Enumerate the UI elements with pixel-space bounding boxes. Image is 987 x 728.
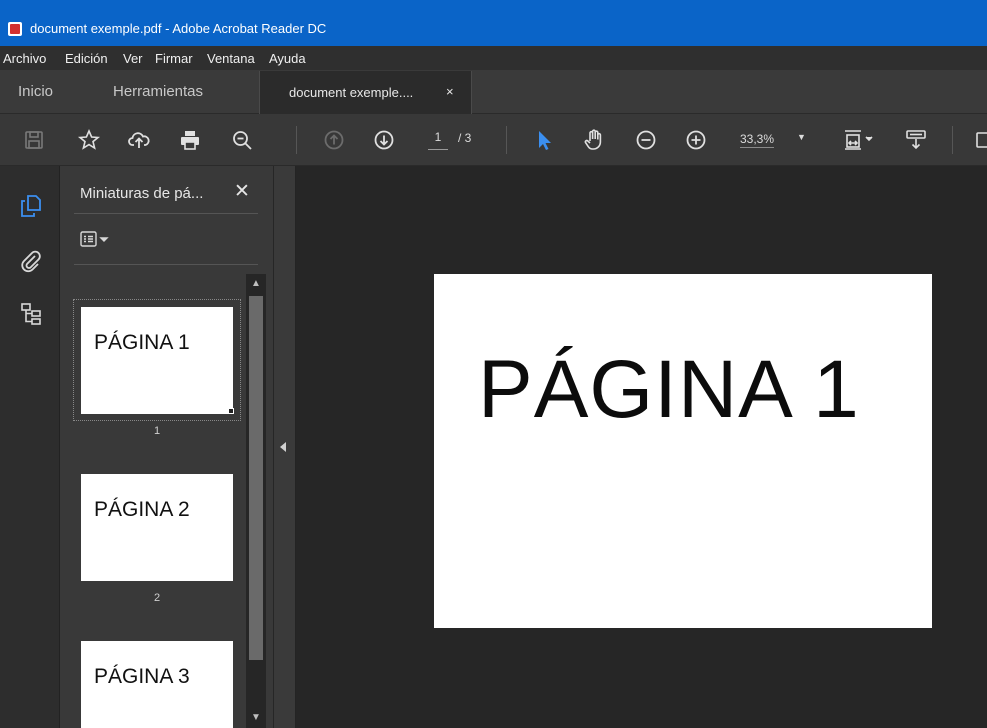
search-zoom-icon[interactable]	[230, 128, 254, 152]
panel-title: Miniaturas de pá...	[80, 185, 204, 202]
menu-ayuda[interactable]: Ayuda	[269, 51, 306, 66]
scroll-down-icon[interactable]: ▼	[246, 708, 266, 728]
attachments-icon[interactable]	[18, 248, 44, 274]
thumbnail-page-number: 1	[153, 425, 161, 437]
toolbar-divider	[506, 126, 507, 154]
thumbnail-page-2[interactable]: PÁGINA 2	[81, 474, 233, 581]
zoom-level-field[interactable]: 33,3%	[740, 132, 775, 148]
print-icon[interactable]	[178, 128, 202, 152]
upload-cloud-icon[interactable]	[127, 128, 151, 152]
next-page-icon[interactable]	[372, 128, 396, 152]
tab-document[interactable]: document exemple.... ×	[259, 71, 472, 114]
options-menu-icon	[80, 231, 109, 247]
document-viewer[interactable]: PÁGINA 1	[296, 166, 987, 728]
bookmarks-tree-icon[interactable]	[18, 301, 44, 327]
thumbnail-text: PÁGINA 1	[94, 331, 190, 354]
thumbnail-text: PÁGINA 2	[94, 498, 190, 521]
toolbar-divider	[952, 126, 953, 154]
bookmark-star-icon[interactable]	[77, 128, 101, 152]
scroll-up-icon[interactable]: ▲	[246, 274, 266, 294]
window-title: document exemple.pdf - Adobe Acrobat Rea…	[30, 21, 327, 36]
page-content-text: PÁGINA 1	[478, 344, 860, 435]
tab-herramientas[interactable]: Herramientas	[113, 83, 203, 100]
collapse-left-icon[interactable]	[280, 442, 286, 452]
menu-firmar[interactable]: Firmar	[155, 51, 193, 66]
tab-document-label: document exemple....	[289, 85, 414, 100]
menu-ventana[interactable]: Ventana	[207, 51, 255, 66]
menu-archivo[interactable]: Archivo	[3, 51, 46, 66]
zoom-dropdown-icon[interactable]: ▼	[797, 132, 806, 142]
menu-ver[interactable]: Ver	[123, 51, 143, 66]
thumbnail-page-3[interactable]: PÁGINA 3	[81, 641, 233, 728]
scroll-mode-icon[interactable]	[904, 128, 928, 152]
thumbnail-page-1[interactable]: PÁGINA 1	[81, 307, 234, 414]
page-number-input[interactable]: 1	[428, 130, 448, 150]
tab-inicio[interactable]: Inicio	[18, 83, 53, 100]
menu-bar: Archivo Edición Ver Firmar Ventana Ayuda	[0, 46, 987, 71]
window-titlebar: document exemple.pdf - Adobe Acrobat Rea…	[0, 0, 987, 46]
toolbar-divider	[296, 126, 297, 154]
zoom-out-icon[interactable]	[634, 128, 658, 152]
panel-close-icon[interactable]: ✕	[232, 180, 252, 202]
navigation-rail	[0, 166, 60, 728]
acrobat-pdf-icon	[8, 22, 22, 36]
pdf-page[interactable]: PÁGINA 1	[434, 274, 932, 628]
panel-divider	[74, 264, 258, 265]
panel-divider	[74, 213, 258, 214]
thumbnail-page-number: 2	[153, 592, 161, 604]
thumbnail-text: PÁGINA 3	[94, 665, 190, 688]
page-total-label: / 3	[458, 131, 472, 145]
hand-tool-icon[interactable]	[582, 128, 606, 152]
zoom-in-icon[interactable]	[684, 128, 708, 152]
main-toolbar: 1 / 3 33,3% ▼	[0, 114, 987, 166]
tab-close-icon[interactable]: ×	[446, 84, 454, 99]
thumbnail-resize-handle[interactable]	[228, 408, 234, 414]
thumbnail-options-button[interactable]	[80, 230, 120, 250]
panel-collapse-strip[interactable]	[274, 166, 296, 728]
scrollbar-thumb[interactable]	[249, 296, 263, 660]
prev-page-icon[interactable]	[322, 128, 346, 152]
fit-page-icon[interactable]	[842, 128, 876, 152]
thumbnails-panel: Miniaturas de pá... ✕ PÁGINA 1 1 PÁGINA …	[60, 166, 274, 728]
menu-edicion[interactable]: Edición	[65, 51, 108, 66]
thumbnails-scrollbar[interactable]: ▲ ▼	[246, 274, 266, 728]
comment-icon[interactable]	[967, 128, 987, 152]
save-icon[interactable]	[22, 128, 46, 152]
page-thumbnails-icon[interactable]	[18, 193, 44, 219]
tab-bar: Inicio Herramientas document exemple....…	[0, 71, 987, 114]
select-cursor-icon[interactable]	[533, 128, 557, 152]
